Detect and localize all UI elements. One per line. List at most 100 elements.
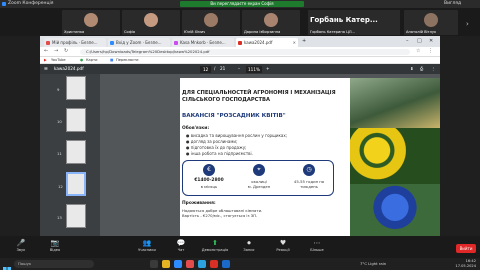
page-number-input[interactable]: 12 [200,65,212,73]
taskbar-search-input[interactable]: Пошук [14,260,94,268]
back-icon[interactable]: ← [44,48,48,54]
zoom-level[interactable]: 111% [246,65,262,73]
audio-button[interactable]: 🎤 Звук [4,239,38,257]
pdf-body: 9 10 11 12 13 ДЛЯ СПЕЦІАЛЬНОСТЕЙ АГРОНОМ… [40,74,440,236]
page-total: 21 [220,66,226,71]
close-icon[interactable]: ✕ [293,38,296,47]
blue-flowers-photo [350,184,440,236]
bookmarks-bar: ▶ YouTube ● Карти ■ Перекласти [40,57,440,64]
duty-text: висадка та вирощування рослин у горщиках… [190,133,288,138]
reload-icon[interactable]: ↻ [64,48,68,54]
address-bar-row: ← → ↻ C:/Users/hp/Downloads/Telegram%20D… [40,47,440,57]
menu-icon[interactable]: ⋮ [428,48,433,54]
pdf-app-icon[interactable] [210,260,218,268]
minimize-icon[interactable]: – [406,38,409,44]
more-icon: ⋯ [313,239,321,247]
thumbnail-page-number: 11 [57,151,62,156]
windows-taskbar: Пошук 7°C Light rain 16:42 17.05.2024 [0,258,480,270]
more-button[interactable]: ⋯ Більше [300,239,334,257]
pdf-file-name: kawa2024.pdf [54,66,84,71]
participant-tile[interactable]: Анатолій Вітлук [404,10,458,35]
participant-name: Анатолій Вітлук [406,30,437,34]
file-explorer-icon[interactable] [162,260,170,268]
duties-list: ● висадка та вирощування рослин у горщик… [186,133,336,157]
tab-label: Мій профіль · Безпе... [52,40,98,45]
zoom-app-icon[interactable] [174,260,182,268]
windows-start-icon[interactable] [3,260,11,270]
button-label: Відео [49,248,61,252]
leave-button[interactable]: Вийти [456,244,476,253]
participant-tile[interactable]: Юлій Хімич [182,10,240,35]
share-screen-button[interactable]: ⬆ Демонстрація [198,239,232,257]
duty-text: інша робота на підприємстві. [190,151,253,156]
page-thumbnail[interactable]: 13 [57,204,86,228]
bookmark-item[interactable]: Перекласти [116,57,138,64]
features-box: € €1400-2800 в місяць ⌖ околиці м. Дрезд… [182,160,334,196]
participant-name: Христинка [64,30,85,34]
avatar [264,13,278,27]
browser-tab-active[interactable]: kawa2024.pdf ✕ [236,38,298,47]
translate-icon: ■ [110,58,114,62]
zoom-out-icon[interactable]: – [238,64,240,74]
chrome-icon[interactable] [186,260,194,268]
page-thumbnail-selected[interactable]: 12 [58,172,86,196]
new-tab-icon[interactable]: + [302,38,306,44]
chat-button[interactable]: 💬 Чат [164,239,198,257]
page-thumbnail[interactable]: 10 [57,108,86,132]
duties-heading: Обов'язки: [182,126,210,131]
participants-button[interactable]: 👥 Учасники [130,239,164,257]
zoom-logo-icon [2,2,6,6]
print-icon[interactable]: ⎙ [420,64,423,74]
camera-icon: 📷 [50,239,60,247]
euro-icon: € [203,164,215,176]
tab-bar: Мій профіль · Безпе... Вхід у Zoom · Без… [40,36,440,47]
bookmark-item[interactable]: Карти [86,57,97,64]
tab-favicon-icon [110,41,114,45]
page-thumbnail[interactable]: 9 [57,76,86,100]
close-window-icon[interactable]: ✕ [429,38,433,44]
salary-text: €1400-2800 [194,178,224,183]
telegram-icon[interactable] [198,260,206,268]
video-button[interactable]: 📷 Відео [38,239,72,257]
reactions-button[interactable]: ♥ Реакції [266,239,300,257]
word-icon[interactable] [222,260,230,268]
zoom-toolbar: 🎤 Звук 📷 Відео 👥 Учасники 💬 Чат ⬆ Демонстраці… [0,236,480,258]
bookmark-item[interactable]: YouTube [51,57,66,64]
record-button[interactable]: ⏺ Запис [232,239,266,257]
thumbnail-page-number: 12 [58,184,63,189]
participant-tile[interactable]: Христинка [62,10,120,35]
clock-date: 17.05.2024 [455,264,476,268]
zoom-in-icon[interactable]: + [266,64,270,74]
location-city: м. Дрезден [247,184,271,189]
forward-icon[interactable]: → [54,48,58,54]
view-button[interactable]: Вигляд [444,0,461,8]
chat-icon: 💬 [176,239,186,247]
youtube-icon: ▶ [44,58,47,62]
pdf-toolbar: ☰ kawa2024.pdf 12 / 21 – 111% + ⬇ ⎙ ⋮ [40,64,440,74]
browser-tab[interactable]: Мій профіль · Безпе... [44,38,106,47]
maximize-icon[interactable]: □ [417,38,422,44]
participant-tile[interactable]: Софія [122,10,180,35]
avatar [144,13,158,27]
page-thumbnail[interactable]: 11 [57,140,86,164]
greenhouse-photo [350,78,440,128]
weather-widget[interactable]: 7°C Light rain [360,258,386,270]
next-participants-icon[interactable]: › [466,20,469,28]
speaker-tile[interactable]: Горбань Катер... Горбань Катерина ЦЛ... [308,10,400,35]
more-icon[interactable]: ⋮ [431,64,435,74]
sidebar-toggle-icon[interactable]: ☰ [44,64,48,74]
url-input[interactable]: C:/Users/hp/Downloads/Telegram%20Desktop… [80,49,410,55]
avatar [84,13,98,27]
star-icon[interactable]: ☆ [416,48,420,54]
zoom-title-bar: Zoom Конференція Ви переглядаєте екран С… [0,0,480,8]
share-banner[interactable]: Ви переглядаєте екран Софія [180,1,304,7]
button-label: Чат [177,248,185,252]
browser-tab[interactable]: Вхід у Zoom · Безпе... [108,38,170,47]
browser-tab[interactable]: Kasa Mnkorb · Безпе... [172,38,234,47]
participant-tile[interactable]: Дарина Ізбирзинна [242,10,300,35]
task-view-icon[interactable] [150,260,158,268]
record-icon: ⏺ [247,239,251,247]
button-label: Учасники [138,248,156,252]
system-clock[interactable]: 16:42 17.05.2024 [444,259,476,269]
download-icon[interactable]: ⬇ [410,64,414,74]
